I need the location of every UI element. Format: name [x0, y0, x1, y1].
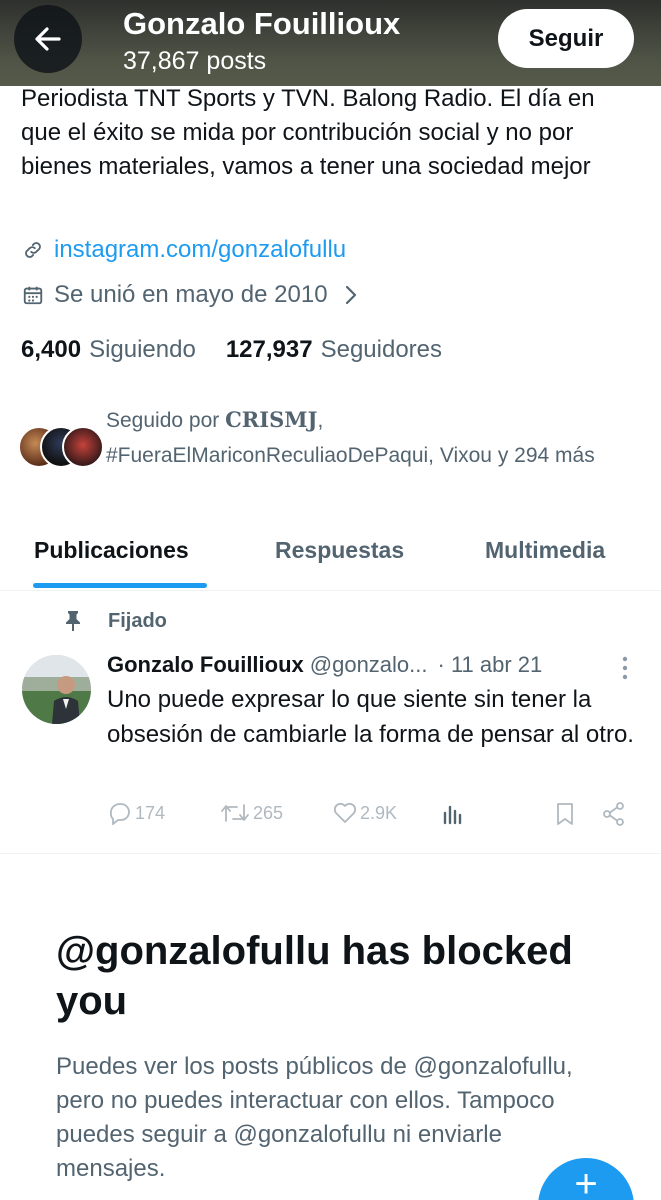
- profile-joined-row[interactable]: Se unió en mayo de 2010: [22, 281, 360, 309]
- tweet-header: Gonzalo Fouillioux @gonzalo... · 11 abr 21: [107, 652, 637, 678]
- tweet-author[interactable]: Gonzalo Fouillioux: [107, 652, 304, 677]
- retweet-button[interactable]: 265: [219, 801, 283, 825]
- pin-icon: [66, 611, 80, 631]
- tweet-date[interactable]: · 11 abr 21: [438, 652, 543, 677]
- tweet-handle[interactable]: @gonzalo...: [310, 652, 428, 677]
- like-button[interactable]: 2.9K: [332, 801, 397, 825]
- header-title: Gonzalo Fouillioux: [123, 6, 401, 41]
- bookmark-button[interactable]: [553, 801, 577, 827]
- more-icon: [622, 656, 628, 680]
- followed-by-avatars[interactable]: [18, 426, 104, 470]
- tweet-text: Uno puede expresar lo que siente sin ten…: [107, 686, 634, 748]
- header-posts-count: 37,867 posts: [123, 47, 267, 75]
- reply-count: 174: [135, 802, 166, 823]
- followed-by-highlight: CRISMJ: [225, 407, 318, 432]
- followers-count: 127,937: [225, 336, 313, 363]
- followers-label: Seguidores: [320, 336, 443, 363]
- link-icon: [25, 242, 41, 258]
- followed-by-prefix: Seguido por: [106, 409, 226, 432]
- like-icon: [333, 802, 357, 823]
- blocked-title: @gonzalofullu has blocked you: [56, 929, 573, 1023]
- back-button[interactable]: [14, 5, 82, 73]
- views-button[interactable]: [440, 801, 466, 825]
- following-label: Siguiendo: [89, 336, 196, 363]
- profile-joined-date: Se unió en mayo de 2010: [54, 281, 328, 308]
- tab-multimedia[interactable]: Multimedia: [485, 537, 605, 564]
- like-count: 2.9K: [360, 802, 398, 823]
- back-arrow-icon: [35, 27, 61, 51]
- calendar-icon: [23, 286, 43, 305]
- following-count: 6,400: [21, 336, 82, 363]
- section-divider: [0, 853, 661, 854]
- pinned-label-row: Fijado: [62, 609, 167, 633]
- followed-by-text[interactable]: Seguido por CRISMJ, #FueraElMariconRecul…: [106, 402, 626, 473]
- pinned-label: Fijado: [108, 609, 167, 632]
- profile-header: Gonzalo Fouillioux 37,867 posts Seguir: [0, 0, 661, 86]
- retweet-count: 265: [253, 802, 284, 823]
- avatar-photo: [22, 655, 91, 724]
- profile-bio: Periodista TNT Sports y TVN. Balong Radi…: [21, 85, 595, 180]
- profile-link[interactable]: instagram.com/gonzalofullu: [54, 236, 346, 264]
- chevron-right-icon: [345, 285, 356, 305]
- share-button[interactable]: [601, 801, 627, 827]
- compose-plus-icon: +: [574, 1162, 598, 1200]
- blocked-message: Puedes ver los posts públicos de @gonzal…: [56, 1053, 573, 1182]
- active-tab-indicator: [33, 583, 207, 588]
- bookmark-icon: [557, 803, 573, 825]
- avatar: [62, 426, 104, 468]
- reply-icon: [109, 803, 130, 825]
- tab-publicaciones[interactable]: Publicaciones: [34, 537, 189, 564]
- following-stat[interactable]: 6,400 Siguiendo: [21, 336, 196, 364]
- share-icon: [603, 802, 624, 826]
- followers-stat[interactable]: 127,937 Seguidores: [226, 336, 442, 364]
- profile-stats: 6,400 Siguiendo 127,937 Seguidores: [21, 336, 442, 364]
- reply-button[interactable]: 174: [107, 801, 165, 825]
- views-icon: [443, 805, 462, 825]
- profile-link-row: instagram.com/gonzalofullu: [22, 236, 346, 264]
- tweet-avatar[interactable]: [22, 655, 91, 724]
- tweet-actions: 174 265 2.9K: [107, 801, 637, 833]
- profile-tabs: Publicaciones Respuestas Multimedia: [0, 525, 661, 591]
- follow-button[interactable]: Seguir: [498, 9, 634, 68]
- retweet-icon: [221, 804, 249, 822]
- tab-respuestas[interactable]: Respuestas: [275, 537, 404, 564]
